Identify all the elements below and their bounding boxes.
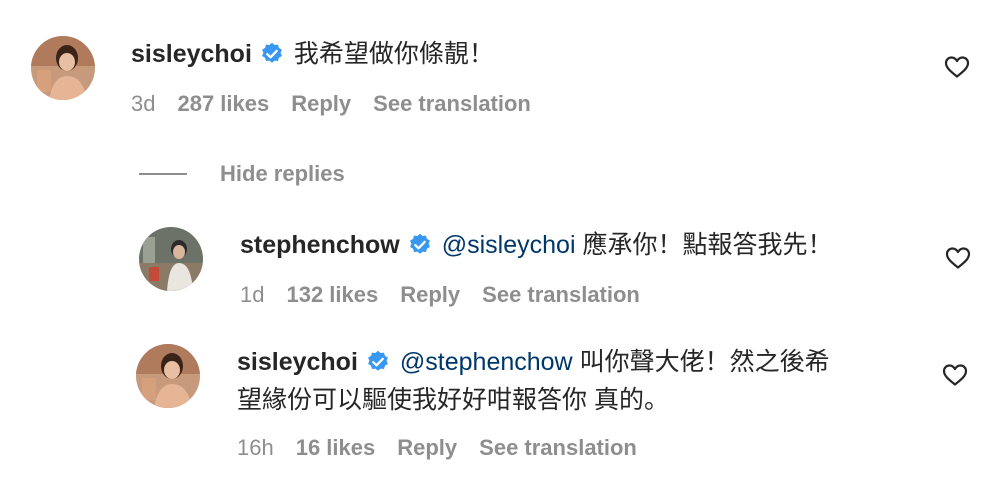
heart-outline-icon[interactable] — [945, 246, 971, 270]
reply-button[interactable]: Reply — [400, 282, 460, 307]
heart-outline-icon[interactable] — [944, 55, 970, 79]
see-translation-button[interactable]: See translation — [373, 91, 531, 116]
comment-meta: 16h 16 likes Reply See translation — [237, 435, 659, 461]
comment-username[interactable]: stephenchow — [240, 231, 400, 259]
see-translation-button[interactable]: See translation — [482, 282, 640, 307]
comment-text-continued: 望緣份可以驅使我好好咁報答你 真的。 — [237, 386, 669, 414]
avatar-sisleychoi[interactable] — [136, 344, 200, 408]
comment-text: 我希望做你條靚！ — [293, 40, 494, 68]
comment-time[interactable]: 1d — [240, 282, 264, 307]
verified-badge-icon — [262, 42, 282, 63]
comment-time[interactable]: 16h — [237, 435, 274, 460]
mention-link[interactable]: @sisleychoi — [442, 231, 576, 259]
avatar-stephenchow[interactable] — [139, 227, 203, 291]
comment-text: 應承你！點報答我先！ — [582, 231, 833, 259]
hide-replies-divider — [139, 173, 187, 175]
mention-link[interactable]: @stephenchow — [400, 348, 573, 376]
reply-button[interactable]: Reply — [291, 91, 351, 116]
likes-count[interactable]: 132 likes — [286, 282, 378, 307]
likes-count[interactable]: 287 likes — [177, 91, 269, 116]
see-translation-button[interactable]: See translation — [479, 435, 637, 460]
comment-meta: 3d 287 likes Reply See translation — [131, 91, 553, 117]
verified-badge-icon — [368, 350, 388, 371]
comment-meta: 1d 132 likes Reply See translation — [240, 282, 662, 308]
likes-count[interactable]: 16 likes — [296, 435, 376, 460]
comment-time[interactable]: 3d — [131, 91, 155, 116]
reply-button[interactable]: Reply — [397, 435, 457, 460]
hide-replies-label[interactable]: Hide replies — [220, 161, 345, 187]
avatar-sisleychoi[interactable] — [31, 36, 95, 100]
hide-replies-button[interactable]: Hide replies — [139, 159, 345, 189]
verified-badge-icon — [409, 233, 430, 254]
comment-username[interactable]: sisleychoi — [237, 348, 358, 376]
comment-text: 叫你聲大佬！然之後希 — [579, 348, 830, 376]
comment-username[interactable]: sisleychoi — [131, 40, 252, 68]
heart-outline-icon[interactable] — [942, 363, 968, 387]
